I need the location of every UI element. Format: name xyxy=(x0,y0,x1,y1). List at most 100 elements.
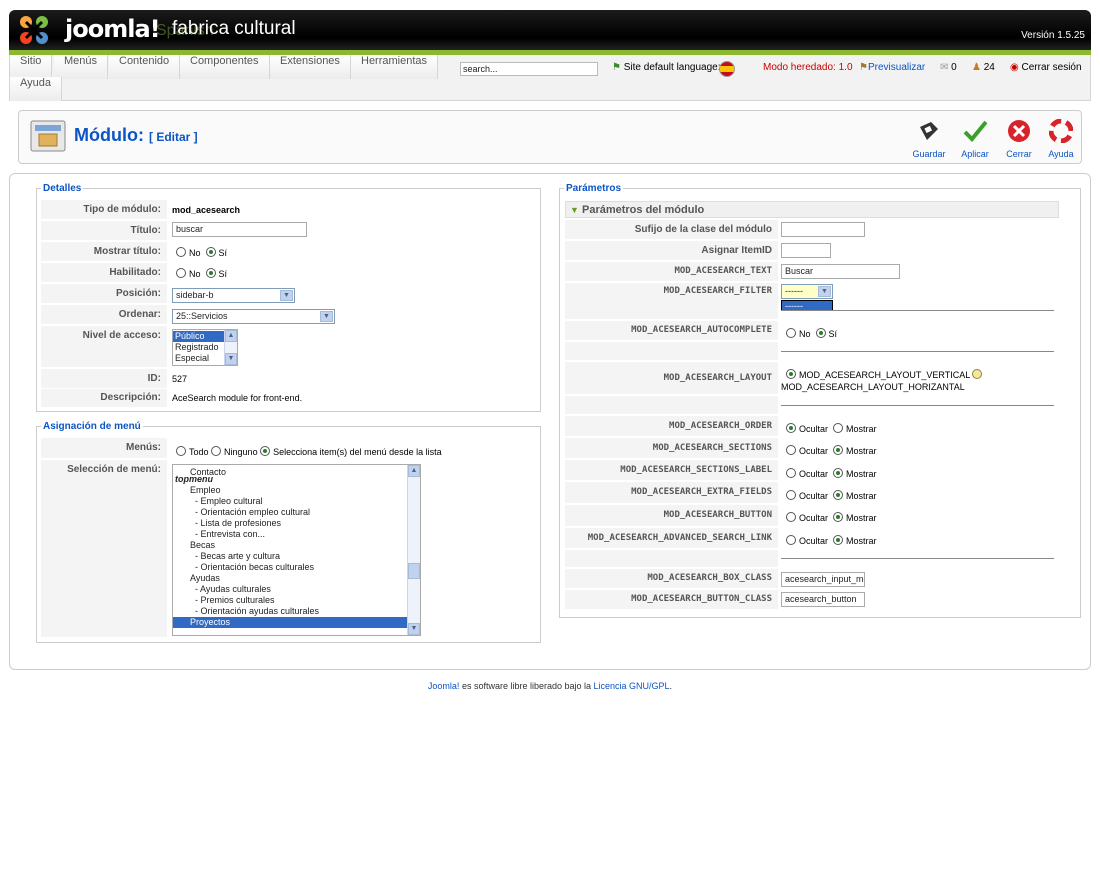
autocomplete-radios: No Sí xyxy=(786,328,837,339)
extra-fields-hide-radio[interactable] xyxy=(786,490,796,500)
autocomplete-no-radio[interactable] xyxy=(786,328,796,338)
menu-ayuda[interactable]: Ayuda xyxy=(10,77,62,101)
menu-menus[interactable]: Menús xyxy=(54,55,109,79)
layout-vertical-radio[interactable] xyxy=(786,369,796,379)
menu-option[interactable]: - Entrevista con... xyxy=(173,529,420,540)
users-icon: ♟ xyxy=(972,62,981,73)
messages-count[interactable]: ✉ 0 xyxy=(940,62,957,73)
position-label: Posición: xyxy=(41,284,167,303)
menu-componentes[interactable]: Componentes xyxy=(180,55,270,79)
preview-link[interactable]: ⚑Previsualizar xyxy=(859,62,925,73)
scroll-down-icon[interactable]: ▼ xyxy=(225,353,237,365)
menu-option[interactable]: Proyectos xyxy=(173,617,408,628)
filter-select[interactable]: ------ ▼ xyxy=(781,284,833,299)
sections-label: MOD_ACESEARCH_SECTIONS xyxy=(565,438,778,458)
scroll-up-icon[interactable]: ▲ xyxy=(225,330,237,342)
divider xyxy=(781,405,1054,406)
messages-icon: ✉ xyxy=(940,62,949,73)
menu-extensiones[interactable]: Extensiones xyxy=(270,55,351,79)
order-select[interactable]: 25::Servicios ▼ xyxy=(172,309,335,324)
show-title-radios: No Sí xyxy=(176,247,227,258)
menu-option[interactable]: - Orientación ayudas culturales xyxy=(173,606,420,617)
text-input[interactable]: Buscar xyxy=(781,264,900,279)
users-count[interactable]: ♟ 24 xyxy=(972,62,995,73)
order-show-radio[interactable] xyxy=(833,423,844,433)
menu-selection-listbox[interactable]: Contacto topmenu Empleo - Empleo cultura… xyxy=(172,464,421,636)
cancel-button[interactable]: Cerrar xyxy=(997,119,1041,159)
menu-herramientas[interactable]: Herramientas xyxy=(351,55,439,79)
menu-option[interactable]: - Ayudas culturales xyxy=(173,584,420,595)
menu-option[interactable]: Contacto xyxy=(173,465,420,477)
menu-option[interactable]: - Becas arte y cultura xyxy=(173,551,420,562)
extra-fields-show-radio[interactable] xyxy=(833,490,844,500)
menu-option[interactable]: - Orientación becas culturales xyxy=(173,562,420,573)
site-language[interactable]: ⚑ Site default language: xyxy=(612,62,721,73)
order-hide-radio[interactable] xyxy=(786,423,796,433)
menu-option[interactable]: Empleo xyxy=(173,485,420,496)
suffix-input[interactable] xyxy=(781,222,865,237)
access-scrollbar[interactable]: ▲ ▼ xyxy=(224,330,237,365)
save-icon xyxy=(920,122,938,140)
module-params-header[interactable]: ▼ Parámetros del módulo xyxy=(565,201,1059,218)
scroll-up-icon[interactable]: ▲ xyxy=(408,465,420,477)
search-input[interactable]: search... xyxy=(460,62,598,76)
menu-contenido[interactable]: Contenido xyxy=(109,55,181,79)
filter-label: MOD_ACESEARCH_FILTER xyxy=(565,283,778,319)
autocomplete-label: MOD_ACESEARCH_AUTOCOMPLETE xyxy=(565,321,778,340)
description-label: Descripción: xyxy=(41,389,167,407)
checkmark-icon xyxy=(963,120,988,142)
scroll-down-icon[interactable]: ▼ xyxy=(408,623,420,635)
menu-option[interactable]: - Empleo cultural xyxy=(173,496,420,507)
access-option[interactable]: Público xyxy=(173,331,225,342)
itemid-input[interactable] xyxy=(781,243,831,258)
language-icon: ⚑ xyxy=(612,62,621,73)
brand-name: joomla! xyxy=(65,15,161,43)
menu-sitio[interactable]: Sitio xyxy=(10,55,53,79)
menu-option[interactable]: Becas xyxy=(173,540,420,551)
logout-link[interactable]: ◉ Cerrar sesión xyxy=(1010,62,1082,73)
menus-all-radio[interactable] xyxy=(176,446,186,456)
menu-option[interactable]: - Lista de profesiones xyxy=(173,518,420,529)
sections-show-radio[interactable] xyxy=(833,445,844,455)
chevron-down-icon: ▼ xyxy=(320,311,333,322)
enabled-yes-radio[interactable] xyxy=(205,268,216,278)
button-show-radio[interactable] xyxy=(833,512,844,522)
sections-label-hide-radio[interactable] xyxy=(786,468,796,478)
button-label: MOD_ACESEARCH_BUTTON xyxy=(565,505,778,526)
sections-label-show-radio[interactable] xyxy=(833,468,844,478)
menu-option[interactable]: Ayudas xyxy=(173,573,420,584)
logout-icon: ◉ xyxy=(1010,62,1019,73)
button-hide-radio[interactable] xyxy=(786,512,796,522)
details-legend: Detalles xyxy=(43,183,82,194)
preview-icon: ⚑ xyxy=(859,62,868,73)
menu-option[interactable]: - Orientación empleo cultural xyxy=(173,507,420,518)
title-input[interactable]: buscar xyxy=(172,222,307,237)
access-listbox[interactable]: Público Registrado Especial ▲ ▼ xyxy=(172,329,238,366)
advanced-link-show-radio[interactable] xyxy=(833,535,844,545)
chevron-down-icon: ▼ xyxy=(280,290,293,301)
spain-flag-icon[interactable] xyxy=(719,61,735,77)
layout-horizontal-radio[interactable] xyxy=(972,369,983,379)
position-select[interactable]: sidebar-b ▼ xyxy=(172,288,295,303)
license-link[interactable]: Licencia GNU/GPL xyxy=(594,681,670,691)
show-title-no-radio[interactable] xyxy=(176,247,186,257)
show-title-yes-radio[interactable] xyxy=(205,247,216,257)
autocomplete-yes-radio[interactable] xyxy=(815,328,826,338)
page-subtitle: [ Editar ] xyxy=(149,130,198,144)
apply-button[interactable]: Aplicar xyxy=(953,119,997,159)
scroll-thumb[interactable] xyxy=(408,563,420,579)
menu-selection-scrollbar[interactable]: ▲ ▼ xyxy=(407,465,420,635)
menu-option[interactable]: - Premios culturales xyxy=(173,595,420,606)
suffix-label: Sufijo de la clase del módulo xyxy=(565,220,778,239)
enabled-no-radio[interactable] xyxy=(176,268,186,278)
sections-hide-radio[interactable] xyxy=(786,445,796,455)
menus-select-radio[interactable] xyxy=(260,446,271,456)
advanced-link-hide-radio[interactable] xyxy=(786,535,796,545)
help-button[interactable]: Ayuda xyxy=(1039,118,1083,159)
button-class-input[interactable]: acesearch_button xyxy=(781,592,865,607)
page-title: Módulo: [ Editar ] xyxy=(74,125,198,145)
box-class-input[interactable]: acesearch_input_mo xyxy=(781,572,865,587)
save-button[interactable]: Guardar xyxy=(907,119,951,159)
menus-none-radio[interactable] xyxy=(211,446,222,456)
joomla-link[interactable]: Joomla! xyxy=(428,681,460,691)
